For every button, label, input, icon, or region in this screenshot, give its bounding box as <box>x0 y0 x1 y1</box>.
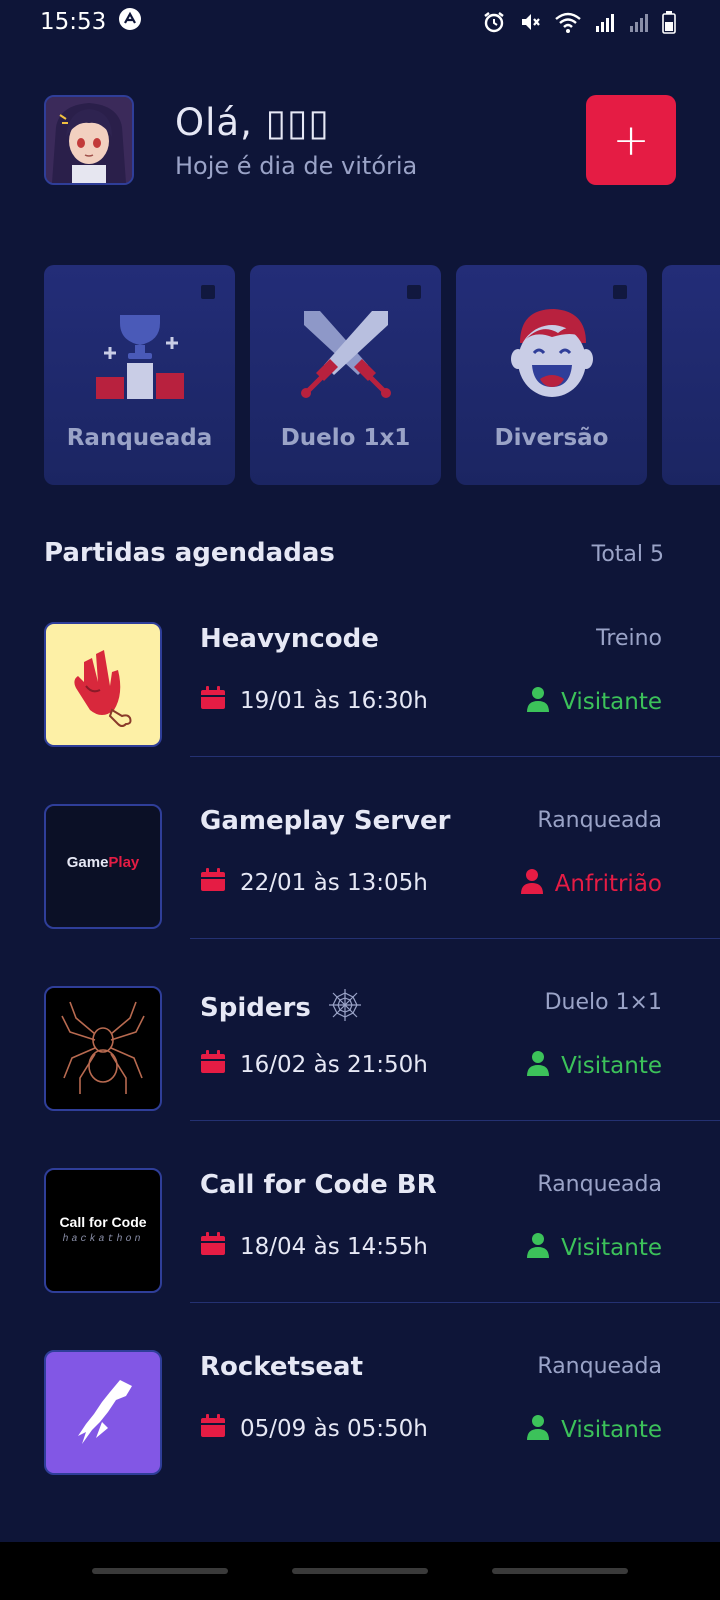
match-name-text: Spiders <box>200 993 311 1023</box>
match-item[interactable]: Heavyncode Treino 19/01 às 16:30h Visita… <box>44 622 720 804</box>
match-role-text: Visitante <box>561 1235 662 1261</box>
greeting-title: Olá, ▯▯▯ <box>175 100 330 144</box>
match-date-text: 18/04 às 14:55h <box>240 1234 428 1260</box>
match-date: 19/01 às 16:30h <box>200 686 428 716</box>
greeting-subtitle: Hoje é dia de vitória <box>175 151 418 180</box>
user-icon <box>527 686 550 718</box>
battery-icon <box>662 10 676 34</box>
match-role: Visitante <box>527 1050 662 1082</box>
logo-text-b: Play <box>108 854 140 871</box>
signal-icon <box>594 11 616 33</box>
status-right <box>482 10 676 34</box>
user-icon <box>520 868 543 900</box>
user-icon <box>527 1414 550 1446</box>
match-logo: Call for Code hackathon <box>44 1168 162 1293</box>
status-left: 15:53 <box>40 7 142 37</box>
nav-back-button[interactable] <box>492 1568 628 1574</box>
match-date: 05/09 às 05:50h <box>200 1414 428 1444</box>
system-nav-bar <box>0 1542 720 1600</box>
match-date-text: 16/02 às 21:50h <box>240 1052 428 1078</box>
user-icon <box>527 1050 550 1082</box>
match-type: Ranqueada <box>537 1172 662 1197</box>
wifi-icon <box>554 10 582 34</box>
match-role: Visitante <box>527 1414 662 1446</box>
match-name: Call for Code BR <box>200 1170 437 1200</box>
plus-icon: + <box>612 114 650 166</box>
match-name: Spiders <box>200 988 362 1029</box>
header: Olá, ▯▯▯ Hoje é dia de vitória + <box>44 95 676 185</box>
calendar-icon <box>200 686 226 716</box>
match-type: Ranqueada <box>537 1354 662 1379</box>
category-check-indicator <box>201 285 215 299</box>
match-logo <box>44 622 162 747</box>
divider <box>190 1120 720 1121</box>
divider <box>190 938 720 939</box>
match-type: Treino <box>596 626 662 651</box>
match-name: Rocketseat <box>200 1352 364 1382</box>
match-date-text: 05/09 às 05:50h <box>240 1416 428 1442</box>
podium-trophy-icon <box>90 303 190 403</box>
match-item[interactable]: Spiders Duelo 1×1 16/02 às 21:50h Visita… <box>44 986 720 1168</box>
match-item[interactable]: Call for Code hackathon Call for Code BR… <box>44 1168 720 1350</box>
mute-icon <box>518 10 542 34</box>
category-label: Diversão <box>494 425 609 451</box>
match-item[interactable]: GamePlay Gameplay Server Ranqueada 22/01… <box>44 804 720 986</box>
section-total: Total 5 <box>591 542 664 567</box>
divider <box>190 756 720 757</box>
scheduled-matches-header: Partidas agendadas Total 5 <box>44 538 664 568</box>
match-role: Anfritrião <box>520 868 662 900</box>
greeting: Olá, ▯▯▯ Hoje é dia de vitória <box>175 101 586 180</box>
match-role: Visitante <box>527 686 662 718</box>
category-fun[interactable]: Diversão <box>456 265 647 485</box>
match-name: Heavyncode <box>200 624 379 654</box>
calendar-icon <box>200 1050 226 1080</box>
category-check-indicator <box>613 285 627 299</box>
category-list: Ranqueada Duelo 1x1 Diversão <box>44 265 720 485</box>
category-duel[interactable]: Duelo 1x1 <box>250 265 441 485</box>
status-time: 15:53 <box>40 9 107 35</box>
category-label: Ranqueada <box>66 425 213 451</box>
alarm-icon <box>482 10 506 34</box>
logo-text-b: hackathon <box>62 1234 144 1245</box>
logo-text-a: Call for Code <box>59 1214 147 1230</box>
signal-2-icon <box>628 11 650 33</box>
match-type: Ranqueada <box>537 808 662 833</box>
category-more[interactable] <box>662 265 720 485</box>
match-date-text: 22/01 às 13:05h <box>240 870 428 896</box>
nav-home-button[interactable] <box>292 1568 428 1574</box>
calendar-icon <box>200 1414 226 1444</box>
avatar[interactable] <box>44 95 134 185</box>
match-role-text: Anfritrião <box>554 871 662 897</box>
category-ranked[interactable]: Ranqueada <box>44 265 235 485</box>
match-date-text: 19/01 às 16:30h <box>240 688 428 714</box>
match-logo: GamePlay <box>44 804 162 929</box>
logo-text-a: Game <box>66 854 109 871</box>
match-date: 16/02 às 21:50h <box>200 1050 428 1080</box>
crossed-swords-icon <box>296 303 396 403</box>
match-role-text: Visitante <box>561 1417 662 1443</box>
match-logo <box>44 986 162 1111</box>
match-role-text: Visitante <box>561 1053 662 1079</box>
match-date: 18/04 às 14:55h <box>200 1232 428 1262</box>
app-notification-icon <box>118 7 142 37</box>
status-bar: 15:53 <box>0 0 720 44</box>
match-role: Visitante <box>527 1232 662 1264</box>
add-match-button[interactable]: + <box>586 95 676 185</box>
section-title: Partidas agendadas <box>44 538 335 568</box>
match-type: Duelo 1×1 <box>544 990 662 1015</box>
match-name: Gameplay Server <box>200 806 451 836</box>
match-role-text: Visitante <box>561 689 662 715</box>
calendar-icon <box>200 1232 226 1262</box>
user-icon <box>527 1232 550 1264</box>
laughing-face-icon <box>502 303 602 403</box>
nav-recents-button[interactable] <box>92 1568 228 1574</box>
divider <box>190 1302 720 1303</box>
category-check-indicator <box>407 285 421 299</box>
match-item[interactable]: Rocketseat Ranqueada 05/09 às 05:50h Vis… <box>44 1350 720 1532</box>
category-label: Duelo 1x1 <box>280 425 411 451</box>
match-logo <box>44 1350 162 1475</box>
spider-web-icon <box>328 988 362 1029</box>
match-date: 22/01 às 13:05h <box>200 868 428 898</box>
calendar-icon <box>200 868 226 898</box>
